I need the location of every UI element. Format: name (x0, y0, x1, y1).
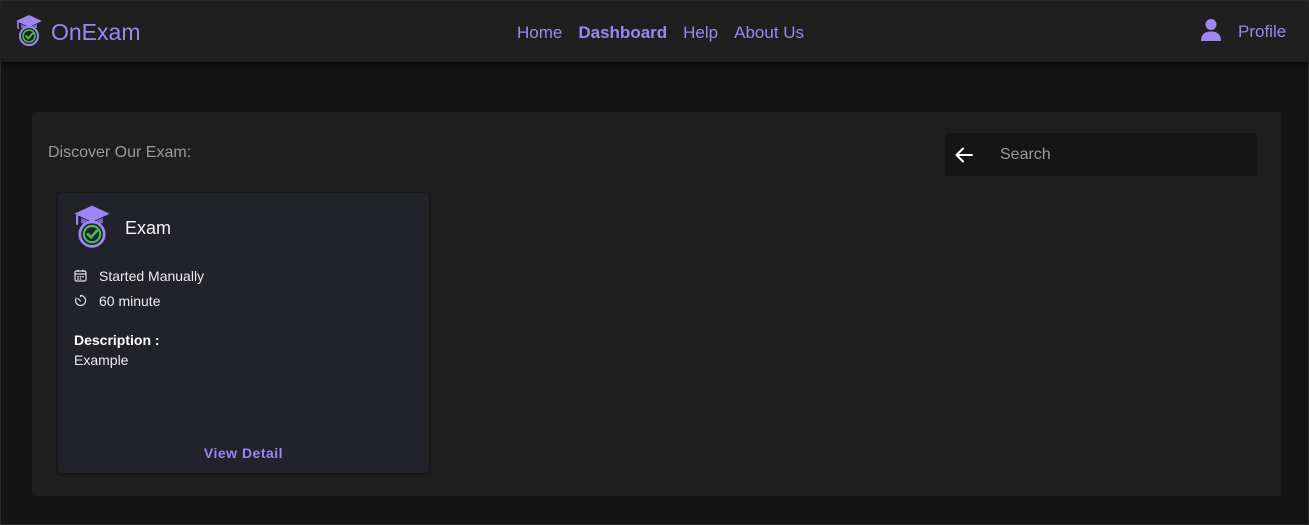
graduation-cap-check-icon (73, 204, 111, 252)
profile-label: Profile (1238, 22, 1287, 41)
exam-title: Exam (125, 217, 172, 238)
nav-link-help[interactable]: Help (683, 23, 718, 43)
exam-panel: Discover Our Exam: Search Exam Started M… (32, 112, 1281, 496)
brand-name: OnExam (51, 19, 141, 45)
calendar-icon (74, 267, 87, 286)
nav-link-dashboard[interactable]: Dashboard (578, 23, 667, 43)
exam-duration: 60 minute (74, 291, 160, 311)
page: OnExam Home Dashboard Help About Us Prof… (0, 0, 1309, 525)
navbar: OnExam Home Dashboard Help About Us Prof… (1, 1, 1308, 62)
view-detail-button[interactable]: View Detail (58, 445, 429, 461)
profile-button[interactable]: Profile (1200, 19, 1286, 45)
description-label: Description : (74, 332, 160, 348)
user-icon (1200, 18, 1222, 46)
exam-card: Exam Started Manually 60 minute Descript… (58, 193, 429, 473)
exam-card-header: Exam (73, 205, 171, 251)
search-input[interactable] (1000, 133, 1250, 176)
search-box (945, 133, 1257, 176)
exam-duration-text: 60 minute (99, 293, 161, 309)
brand-link[interactable]: OnExam (15, 15, 140, 49)
exam-start-mode: Started Manually (74, 266, 204, 286)
graduation-cap-check-icon (15, 14, 43, 50)
description-text: Example (74, 352, 129, 368)
nav-link-about-us[interactable]: About Us (734, 23, 804, 43)
nav-link-home[interactable]: Home (517, 23, 562, 43)
arrow-left-icon[interactable] (947, 133, 981, 176)
nav-links: Home Dashboard Help About Us (517, 21, 804, 45)
exam-start-mode-text: Started Manually (99, 268, 205, 284)
discover-heading: Discover Our Exam: (48, 144, 192, 161)
timer-icon (74, 292, 87, 311)
